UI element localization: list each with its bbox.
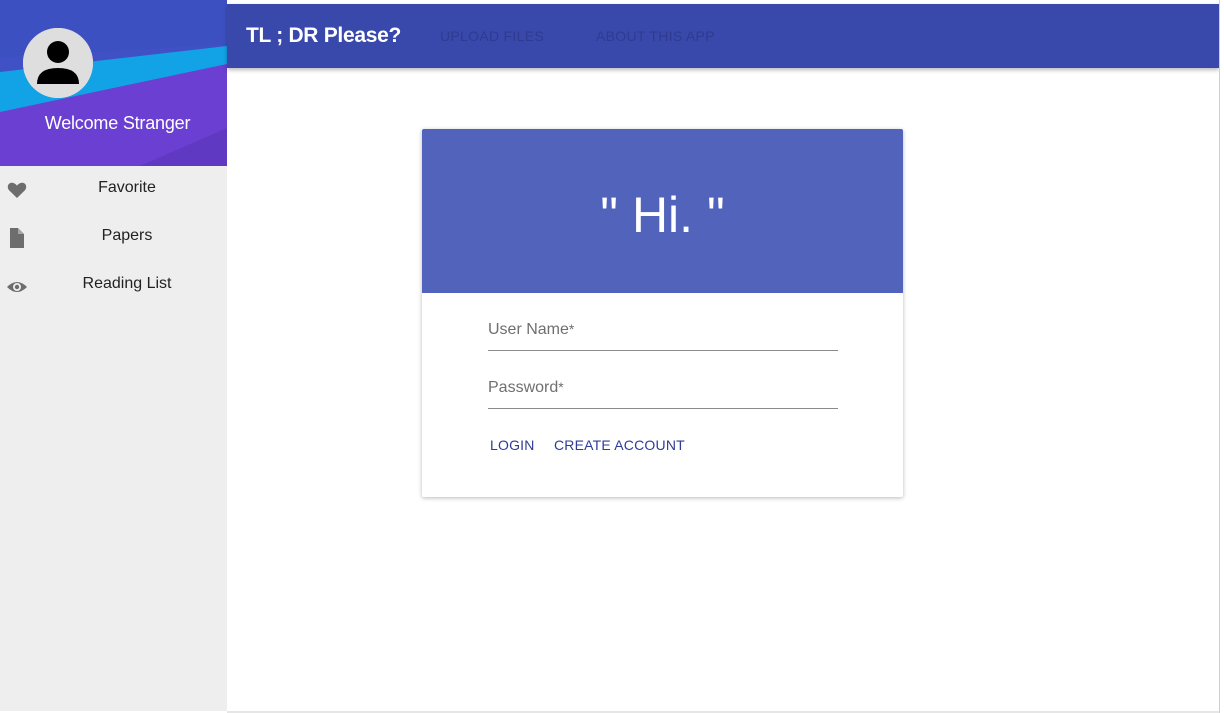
sidebar-profile-header: Welcome Stranger [0, 0, 227, 166]
create-account-button[interactable]: CREATE ACCOUNT [554, 437, 685, 453]
upload-files-link[interactable]: UPLOAD FILES [440, 28, 544, 44]
greeting-title: " Hi. " [600, 187, 725, 243]
password-field[interactable]: Password* [488, 368, 838, 409]
window-right-edge [1219, 0, 1224, 713]
sidebar-item-reading-list[interactable]: Reading List [0, 262, 227, 310]
sidebar: Welcome Stranger Favorite Papers Reading… [0, 0, 227, 711]
sidebar-item-papers[interactable]: Papers [0, 214, 227, 262]
sidebar-item-label: Papers [101, 227, 153, 244]
app-bar: TL ; DR Please? UPLOAD FILES ABOUT THIS … [227, 4, 1219, 68]
avatar[interactable] [23, 28, 93, 98]
sidebar-item-label: Reading List [82, 275, 172, 292]
card-header: " Hi. " [422, 129, 903, 293]
app-window: Welcome Stranger Favorite Papers Reading… [0, 0, 1224, 713]
sidebar-item-favorite[interactable]: Favorite [0, 166, 227, 214]
login-card: " Hi. " User Name* Password* LOGIN CREAT… [422, 129, 903, 497]
user-silhouette-icon [23, 28, 93, 98]
login-button[interactable]: LOGIN [490, 437, 535, 453]
required-marker: * [568, 321, 575, 337]
username-field[interactable]: User Name* [488, 310, 838, 351]
password-label: Password* [488, 379, 564, 396]
welcome-text: Welcome Stranger [44, 113, 191, 133]
about-this-app-link[interactable]: ABOUT THIS APP [596, 28, 715, 44]
required-marker: * [558, 379, 564, 395]
username-label: User Name* [488, 321, 575, 338]
app-title[interactable]: TL ; DR Please? [246, 24, 401, 48]
sidebar-item-label: Favorite [98, 179, 156, 196]
